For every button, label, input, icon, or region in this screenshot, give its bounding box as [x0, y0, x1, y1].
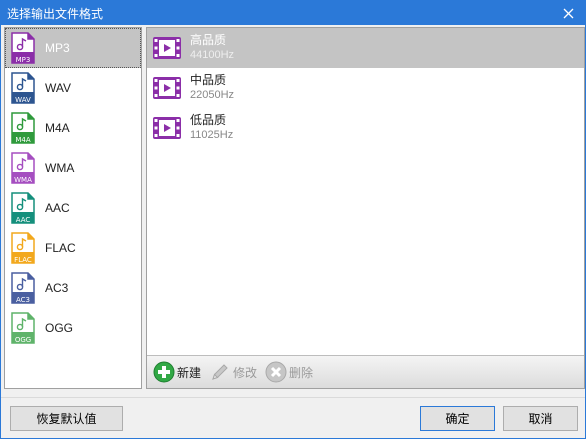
edit-button[interactable]: 修改 — [209, 361, 257, 383]
quality-rate: 22050Hz — [190, 89, 235, 101]
quality-name: 低品质 — [190, 113, 227, 127]
video-play-icon — [153, 117, 181, 139]
plus-circle-icon — [153, 361, 175, 383]
format-badge: OGG — [14, 336, 32, 344]
format-badge: M4A — [15, 136, 31, 144]
close-button[interactable] — [551, 1, 585, 25]
cancel-button[interactable]: 取消 — [503, 406, 578, 431]
format-badge: WMA — [14, 176, 32, 184]
format-badge: FLAC — [14, 256, 32, 264]
format-item-mp3[interactable]: MP3 MP3 — [5, 28, 141, 68]
format-item-m4a[interactable]: M4A M4A — [5, 108, 141, 148]
format-label: MP3 — [45, 41, 70, 55]
quality-toolbar: 新建 修改 删除 — [147, 355, 584, 388]
format-badge: AC3 — [15, 296, 30, 304]
window-title: 选择输出文件格式 — [7, 7, 104, 21]
restore-default-button[interactable]: 恢复默认值 — [10, 406, 123, 431]
quality-list[interactable]: 高品质 44100Hz 中品质 22050Hz 低品质 11025Hz — [147, 28, 584, 148]
format-label: WAV — [45, 81, 71, 95]
quality-item[interactable]: 中品质 22050Hz — [147, 68, 584, 108]
delete-button[interactable]: 删除 — [265, 361, 313, 383]
quality-text: 中品质 22050Hz — [190, 73, 234, 103]
title-bar[interactable]: 选择输出文件格式 — [1, 1, 585, 25]
ok-button[interactable]: 确定 — [420, 406, 495, 431]
format-item-ac3[interactable]: AC3 AC3 — [5, 268, 141, 308]
format-label: M4A — [45, 121, 70, 135]
quality-text: 高品质 44100Hz — [190, 33, 234, 63]
format-label: AAC — [45, 201, 70, 215]
format-badge: MP3 — [15, 56, 31, 64]
close-icon — [563, 8, 573, 18]
format-badge: WAV — [15, 96, 31, 104]
format-label: FLAC — [45, 241, 76, 255]
format-label: OGG — [45, 321, 74, 335]
delete-label: 删除 — [289, 365, 314, 380]
new-label: 新建 — [177, 365, 202, 380]
x-circle-icon — [265, 361, 287, 383]
format-badge: AAC — [15, 216, 31, 224]
format-item-aac[interactable]: AAC AAC — [5, 188, 141, 228]
format-item-wav[interactable]: WAV WAV — [5, 68, 141, 108]
quality-rate: 44100Hz — [190, 49, 235, 61]
format-item-wma[interactable]: WMA WMA — [5, 148, 141, 188]
quality-name: 中品质 — [190, 73, 227, 87]
quality-item[interactable]: 高品质 44100Hz — [147, 28, 584, 68]
quality-rate: 11025Hz — [190, 129, 234, 141]
edit-label: 修改 — [233, 365, 258, 380]
quality-name: 高品质 — [190, 33, 227, 47]
quality-item[interactable]: 低品质 11025Hz — [147, 108, 584, 148]
format-label: AC3 — [45, 281, 69, 295]
format-list[interactable]: MP3 MP3 WAV WAV M4A M4A WMA WMA AAC AAC FLAC FLAC AC… — [4, 27, 142, 389]
format-item-flac[interactable]: FLAC FLAC — [5, 228, 141, 268]
format-item-ogg[interactable]: OGG OGG — [5, 308, 141, 348]
video-play-icon — [153, 77, 181, 99]
format-label: WMA — [45, 161, 75, 175]
quality-panel: 高品质 44100Hz 中品质 22050Hz 低品质 11025Hz 新建 修改 — [146, 27, 585, 389]
footer-divider — [1, 397, 585, 398]
pencil-icon — [212, 364, 228, 380]
dialog-window: 选择输出文件格式 MP3 MP3 WAV WAV M4A M4A WMA WMA AAC AAC F… — [0, 0, 586, 439]
quality-text: 低品质 11025Hz — [190, 113, 233, 143]
video-play-icon — [153, 37, 181, 59]
new-button[interactable]: 新建 — [153, 361, 201, 383]
